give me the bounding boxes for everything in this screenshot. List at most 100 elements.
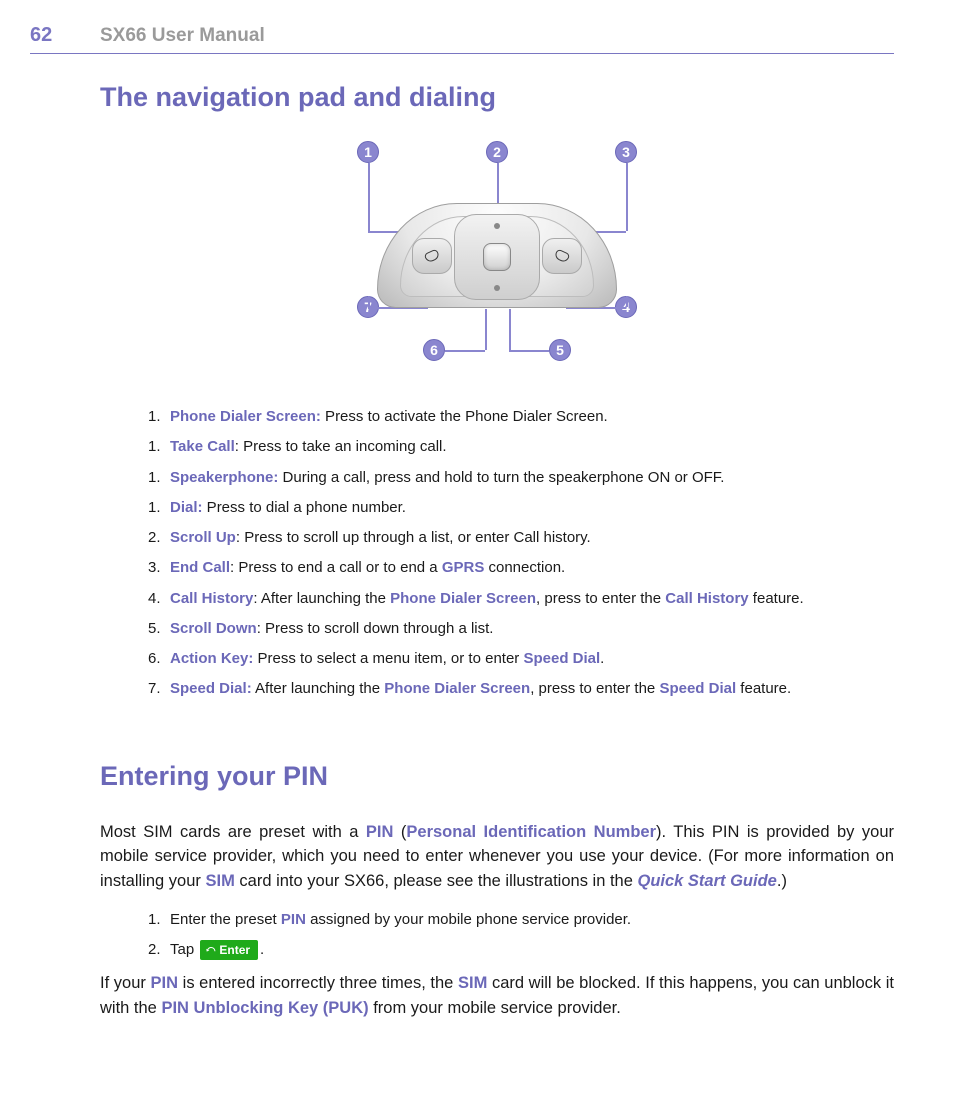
keyword: Phone Dialer Screen	[384, 680, 530, 697]
keyword: Dial:	[170, 499, 203, 516]
text: card into your SX66, please see the illu…	[235, 872, 638, 890]
list-marker: 6.	[148, 647, 170, 670]
list-item: 2.Tap Enter.	[174, 938, 894, 961]
list-item: 6.Action Key: Press to select a menu ite…	[174, 647, 894, 670]
text: Press to activate the Phone Dialer Scree…	[321, 408, 608, 425]
list-marker: 1.	[148, 405, 170, 428]
text: feature.	[736, 680, 791, 697]
text: .	[260, 941, 264, 958]
callout-1: 1	[357, 141, 379, 163]
list-marker: 7.	[148, 677, 170, 700]
text: If your	[100, 974, 151, 992]
list-marker: 2.	[148, 938, 170, 961]
text: from your mobile service provider.	[369, 999, 621, 1017]
heading-entering-pin: Entering your PIN	[100, 761, 894, 792]
text: feature.	[749, 590, 804, 607]
list-marker: 5.	[148, 617, 170, 640]
list-item: 4.Call History: After launching the Phon…	[174, 587, 894, 610]
manual-title: SX66 User Manual	[100, 25, 265, 47]
leader-line	[626, 163, 628, 231]
keyword-personal-identification-number: Personal Identification Number	[406, 823, 656, 841]
list-marker: 2.	[148, 526, 170, 549]
nav-pad-diagram: 1 2 3 4 5 6 7	[297, 141, 697, 381]
page-header: 62 SX66 User Manual	[30, 24, 894, 54]
keyword: Take Call	[170, 438, 235, 455]
callout-3: 3	[615, 141, 637, 163]
keyword: Scroll Down	[170, 620, 257, 637]
list-item: 7.Speed Dial: After launching the Phone …	[174, 677, 894, 700]
text: , press to enter the	[536, 590, 665, 607]
page-number: 62	[30, 24, 100, 47]
keyword-puk: PIN Unblocking Key (PUK)	[161, 999, 368, 1017]
callout-6: 6	[423, 339, 445, 361]
list-item: 1.Take Call: Press to take an incoming c…	[174, 435, 894, 458]
text: After launching the	[252, 680, 385, 697]
end-button-icon	[542, 238, 582, 274]
callout-5: 5	[549, 339, 571, 361]
action-key-icon	[483, 243, 511, 271]
keyword-pin: PIN	[281, 911, 306, 928]
text: : Press to end a call or to end a	[230, 559, 442, 576]
list-marker: 1.	[148, 435, 170, 458]
list-marker: 1.	[148, 496, 170, 519]
text: Press to select a menu item, or to enter	[253, 650, 523, 667]
list-item: 1.Phone Dialer Screen: Press to activate…	[174, 405, 894, 428]
keyword: Call History	[170, 590, 253, 607]
text: , press to enter the	[530, 680, 659, 697]
list-item: 1.Enter the preset PIN assigned by your …	[174, 908, 894, 931]
leader-line	[485, 309, 487, 350]
keyword: End Call	[170, 559, 230, 576]
list-item: 1.Dial: Press to dial a phone number.	[174, 496, 894, 519]
leader-line	[626, 296, 628, 307]
list-item: 2.Scroll Up: Press to scroll up through …	[174, 526, 894, 549]
text: .)	[777, 872, 787, 890]
nav-pad-feature-list: 1.Phone Dialer Screen: Press to activate…	[146, 405, 894, 701]
text: (	[393, 823, 406, 841]
callout-2: 2	[486, 141, 508, 163]
text: : Press to scroll up through a list, or …	[236, 529, 591, 546]
keyword: Speed Dial	[523, 650, 600, 667]
list-marker: 4.	[148, 587, 170, 610]
keyword: Action Key:	[170, 650, 253, 667]
page: 62 SX66 User Manual The navigation pad a…	[0, 0, 954, 1075]
pin-steps-list: 1.Enter the preset PIN assigned by your …	[146, 908, 894, 962]
list-item: 1.Speakerphone: During a call, press and…	[174, 466, 894, 489]
leader-line	[368, 296, 370, 307]
text: is entered incorrectly three times, the	[178, 974, 458, 992]
text: .	[600, 650, 604, 667]
text: : Press to scroll down through a list.	[257, 620, 494, 637]
pin-intro-paragraph: Most SIM cards are preset with a PIN (Pe…	[100, 820, 894, 894]
enter-button-label: Enter	[219, 941, 250, 960]
keyword: Speed Dial	[659, 680, 736, 697]
text: assigned by your mobile phone service pr…	[306, 911, 631, 928]
keyword-pin: PIN	[366, 823, 394, 841]
list-marker: 1.	[148, 908, 170, 931]
text: : After launching the	[253, 590, 390, 607]
list-marker: 1.	[148, 466, 170, 489]
leader-line	[509, 350, 549, 352]
list-item: 3.End Call: Press to end a call or to en…	[174, 556, 894, 579]
keyword: Speed Dial:	[170, 680, 252, 697]
leader-line	[509, 309, 511, 350]
text: connection.	[484, 559, 565, 576]
heading-navigation-pad: The navigation pad and dialing	[100, 82, 894, 113]
nav-pad-icon	[454, 214, 540, 300]
text: Most SIM cards are preset with a	[100, 823, 366, 841]
list-marker: 3.	[148, 556, 170, 579]
text: Press to dial a phone number.	[203, 499, 406, 516]
talk-button-icon	[412, 238, 452, 274]
keyword-quick-start-guide: Quick Start Guide	[637, 872, 776, 890]
leader-line	[445, 350, 485, 352]
text: Enter the preset	[170, 911, 281, 928]
keyword-sim: SIM	[458, 974, 487, 992]
keyword: Phone Dialer Screen	[390, 590, 536, 607]
pin-warning-paragraph: If your PIN is entered incorrectly three…	[100, 971, 894, 1021]
keyword: Speakerphone:	[170, 469, 278, 486]
leader-line	[368, 163, 370, 231]
keyword-pin: PIN	[151, 974, 179, 992]
device-illustration	[377, 203, 617, 308]
text: During a call, press and hold to turn th…	[278, 469, 724, 486]
text: Tap	[170, 941, 198, 958]
enter-button-icon: Enter	[200, 940, 258, 960]
keyword: GPRS	[442, 559, 485, 576]
